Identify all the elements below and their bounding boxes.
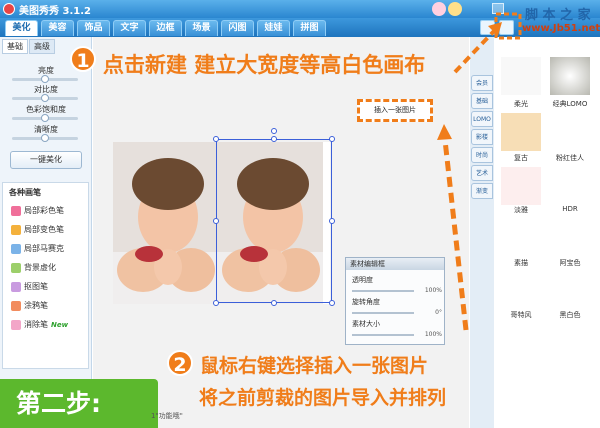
step-banner: 第二步: [0, 379, 158, 428]
step1-instruction: 点击新建 建立大宽度等高白色画布 [103, 53, 426, 77]
watermark-url: www.Jb51.net [522, 23, 600, 34]
watermark-title: 脚 本 之 家 [525, 8, 591, 23]
step2-number: 2 [167, 350, 193, 376]
step1-number: 1 [70, 46, 96, 72]
status-text: 1"功能哦" [151, 412, 183, 420]
step2-line2: 将之前剪裁的图片导入并排列 [199, 387, 447, 409]
step2-line1: 鼠标右键选择插入一张图片 [200, 355, 429, 377]
insert-image-callout: 插入一张图片 [357, 99, 433, 122]
